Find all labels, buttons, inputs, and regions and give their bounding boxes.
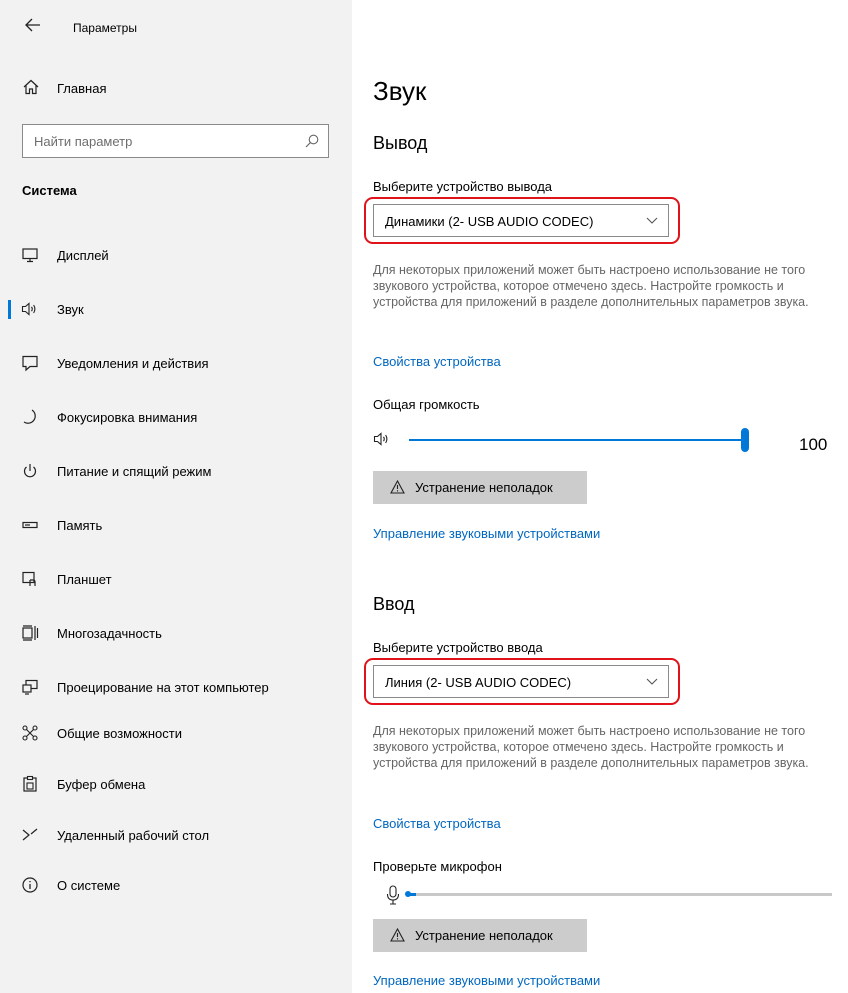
speaker-icon [21, 302, 36, 316]
sidebar-item-label: О системе [57, 878, 121, 893]
sidebar-item-label: Память [57, 518, 103, 533]
notification-icon [22, 355, 38, 372]
volume-label: Общая громкость [373, 397, 480, 412]
storage-icon [22, 521, 38, 529]
monitor-icon [22, 248, 38, 263]
page-title: Звук [373, 76, 427, 106]
input-description: Для некоторых приложений может быть наст… [373, 724, 809, 770]
shared-experiences-icon [22, 725, 38, 741]
app-title: Параметры [73, 21, 137, 35]
clipboard-icon [23, 775, 37, 792]
back-button[interactable] [22, 18, 44, 38]
info-icon [22, 877, 38, 893]
output-troubleshoot-button[interactable]: Устранение неполадок [373, 471, 587, 504]
warning-icon [390, 928, 405, 942]
sidebar-item-display[interactable]: Дисплей [0, 237, 352, 273]
home-nav-item[interactable]: Главная [0, 74, 352, 104]
search-placeholder: Найти параметр [34, 134, 133, 149]
search-icon [305, 134, 319, 148]
input-heading: Ввод [373, 594, 415, 614]
volume-slider-track[interactable] [409, 439, 745, 441]
output-device-dropdown[interactable]: Динамики (2- USB AUDIO CODEC) [373, 204, 669, 237]
home-label: Главная [57, 81, 107, 96]
sidebar-item-label: Многозадачность [57, 626, 162, 641]
input-device-properties-link[interactable]: Свойства устройства [373, 816, 501, 831]
sidebar-item-multitasking[interactable]: Многозадачность [0, 615, 352, 651]
sidebar-item-label: Дисплей [57, 248, 109, 263]
projection-icon [22, 679, 38, 695]
home-icon [23, 79, 39, 95]
main-content: Звук Вывод Выберите устройство вывода Ди… [352, 0, 848, 993]
sidebar-item-label: Буфер обмена [57, 777, 146, 792]
sidebar: Параметры Главная Найти параметр Система… [0, 0, 352, 993]
sidebar-item-remote-desktop[interactable]: Удаленный рабочий стол [0, 817, 352, 853]
sidebar-item-focus-assist[interactable]: Фокусировка внимания [0, 399, 352, 435]
sidebar-item-projection[interactable]: Проецирование на этот компьютер [0, 669, 352, 705]
output-select-label: Выберите устройство вывода [373, 179, 553, 194]
troubleshoot-label: Устранение неполадок [415, 480, 553, 495]
chevron-down-icon [646, 678, 658, 685]
sidebar-item-label: Звук [57, 302, 84, 317]
input-select-label: Выберите устройство ввода [373, 640, 543, 655]
output-description: Для некоторых приложений может быть наст… [373, 263, 809, 309]
troubleshoot-label: Устранение неполадок [415, 928, 553, 943]
multitasking-icon [22, 625, 39, 641]
title-bar: Параметры [0, 0, 352, 56]
sidebar-item-notifications[interactable]: Уведомления и действия [0, 345, 352, 381]
volume-slider-thumb[interactable] [741, 428, 749, 452]
selected-indicator [8, 300, 11, 319]
sidebar-item-sound[interactable]: Звук [0, 291, 352, 327]
warning-icon [390, 480, 405, 494]
microphone-icon [386, 885, 400, 905]
section-title: Система [22, 183, 77, 198]
sidebar-item-label: Проецирование на этот компьютер [57, 680, 269, 695]
sidebar-item-label: Планшет [57, 572, 112, 587]
sidebar-item-clipboard[interactable]: Буфер обмена [0, 766, 352, 802]
search-input[interactable]: Найти параметр [22, 124, 329, 158]
sidebar-item-label: Питание и спящий режим [57, 464, 212, 479]
mic-level-track [408, 893, 832, 896]
sidebar-item-label: Фокусировка внимания [57, 410, 198, 425]
chevron-down-icon [646, 217, 658, 224]
power-icon [23, 464, 37, 478]
input-device-dropdown[interactable]: Линия (2- USB AUDIO CODEC) [373, 665, 669, 698]
sidebar-item-shared-experiences[interactable]: Общие возможности [0, 715, 352, 751]
sidebar-item-about[interactable]: О системе [0, 867, 352, 903]
input-manage-devices-link[interactable]: Управление звуковыми устройствами [373, 973, 600, 988]
input-device-value: Линия (2- USB AUDIO CODEC) [385, 675, 572, 690]
sidebar-item-storage[interactable]: Память [0, 507, 352, 543]
sidebar-item-tablet[interactable]: Планшет [0, 561, 352, 597]
sidebar-item-power[interactable]: Питание и спящий режим [0, 453, 352, 489]
sidebar-item-label: Общие возможности [57, 726, 183, 741]
volume-value: 100 [799, 435, 828, 454]
output-device-value: Динамики (2- USB AUDIO CODEC) [385, 214, 594, 229]
input-troubleshoot-button[interactable]: Устранение неполадок [373, 919, 587, 952]
volume-icon [373, 432, 388, 446]
output-heading: Вывод [373, 133, 428, 153]
mic-test-label: Проверьте микрофон [373, 859, 502, 874]
mic-level-dot [405, 891, 411, 897]
sidebar-item-label: Уведомления и действия [57, 356, 209, 371]
moon-icon [23, 409, 36, 424]
sidebar-item-label: Удаленный рабочий стол [57, 828, 210, 843]
remote-desktop-icon [22, 828, 38, 841]
back-arrow-icon [25, 18, 40, 32]
output-device-properties-link[interactable]: Свойства устройства [373, 354, 501, 369]
output-manage-devices-link[interactable]: Управление звуковыми устройствами [373, 526, 600, 541]
tablet-icon [22, 571, 36, 586]
